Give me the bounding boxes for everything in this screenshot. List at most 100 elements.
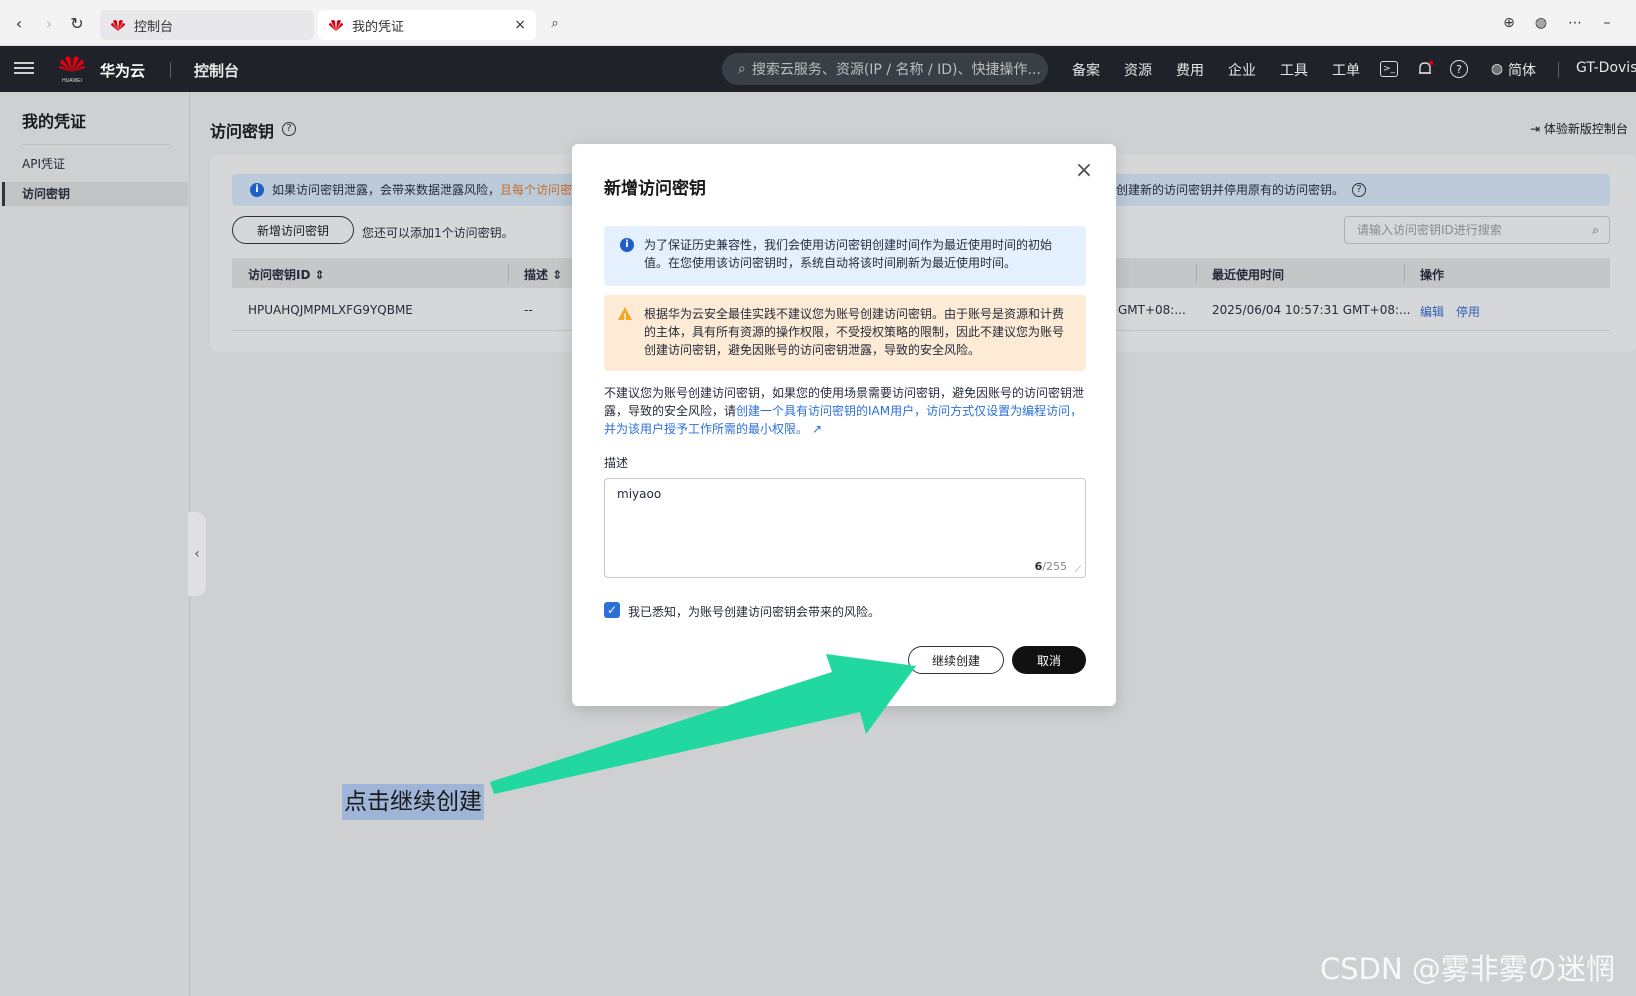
alert-text: 如果访问密钥泄露，会带来数据泄露风险， <box>272 183 501 197</box>
sidebar: 我的凭证 API凭证 访问密钥 <box>2 92 190 996</box>
column-header-id[interactable]: 访问密钥ID ⇕ <box>248 266 325 283</box>
edit-link[interactable]: 编辑 <box>1420 303 1444 320</box>
tab-console[interactable]: 控制台 <box>100 10 314 40</box>
console-link[interactable]: 控制台 <box>194 60 239 81</box>
annotation-arrow <box>490 654 916 794</box>
column-header-desc[interactable]: 描述 ⇕ <box>524 266 562 283</box>
cancel-button[interactable]: 取消 <box>1012 646 1086 674</box>
nav-enterprise[interactable]: 企业 <box>1228 60 1256 80</box>
acknowledge-label[interactable]: 我已悉知，为账号创建访问密钥会带来的风险。 <box>628 603 880 620</box>
column-header-last-used: 最近使用时间 <box>1212 268 1285 282</box>
nav-tools[interactable]: 工具 <box>1280 60 1308 80</box>
chevron-left-icon: ‹ <box>194 546 200 562</box>
sort-icon[interactable]: ⇕ <box>315 268 325 282</box>
disable-link[interactable]: 停用 <box>1456 303 1480 320</box>
download-icon[interactable]: ⊕ <box>1498 12 1520 34</box>
nav-resources[interactable]: 资源 <box>1124 60 1152 80</box>
column-divider <box>1196 264 1197 282</box>
column-divider <box>1404 264 1405 282</box>
tab-label: 控制台 <box>134 19 174 35</box>
arrow-shape <box>490 654 916 794</box>
column-label: 描述 <box>524 268 549 282</box>
alert-text-right: 创建新的访问密钥并停用原有的访问密钥。 <box>1116 174 1344 206</box>
close-tab-icon[interactable]: × <box>514 17 526 33</box>
column-header-actions: 操作 <box>1420 268 1445 282</box>
annotation-label: 点击继续创建 <box>342 784 484 820</box>
header-divider <box>170 62 171 78</box>
cell-last-used: 2025/06/04 10:57:31 GMT+08:... <box>1212 303 1411 317</box>
cell-created-time: GMT+08:... <box>1118 303 1186 317</box>
minimize-icon[interactable]: – <box>1596 12 1618 34</box>
globe-icon[interactable]: ◍ <box>1530 12 1552 34</box>
dialog-title: 新增访问密钥 <box>604 179 706 199</box>
browser-search-icon[interactable]: ⌕ <box>544 12 566 34</box>
exit-icon: ⇥ <box>1530 122 1544 136</box>
access-key-search-input[interactable]: 请输入访问密钥ID进行搜索 ⌕ <box>1344 216 1610 244</box>
browser-toolbar: ‹ › ↻ 控制台 我的凭证 × ⌕ ⊕ ◍ ⋯ – <box>0 0 1636 46</box>
global-search-input[interactable]: ⌕ 搜索云服务、资源(IP / 名称 / ID)、快捷操作... <box>722 53 1048 85</box>
cloud-shell-icon[interactable]: >_ <box>1380 61 1398 77</box>
char-counter: 6/255 <box>1035 560 1067 573</box>
sidebar-divider <box>22 144 170 145</box>
char-count-max: /255 <box>1042 560 1067 573</box>
column-divider <box>508 264 509 282</box>
alert-right-text: 创建新的访问密钥并停用原有的访问密钥。 <box>1116 183 1345 197</box>
create-access-key-dialog: 新增访问密钥 × i 为了保证历史兼容性，我们会使用访问密钥创建时间作为最近使用… <box>572 144 1116 706</box>
back-icon[interactable]: ‹ <box>8 12 30 34</box>
resize-handle-icon[interactable]: ⟋ <box>1075 565 1081 575</box>
acknowledge-checkbox[interactable]: ✓ <box>604 602 620 618</box>
forward-icon[interactable]: › <box>38 12 60 34</box>
page-title: 访问密钥 <box>210 122 275 141</box>
warning-notice: 根据华为云安全最佳实践不建议您为账号创建访问密钥。由于账号是资源和计费的主体，具… <box>604 295 1086 371</box>
huawei-logo-icon <box>329 20 343 31</box>
nav-tickets[interactable]: 工单 <box>1332 60 1360 80</box>
info-icon: i <box>620 238 634 252</box>
user-account[interactable]: GT-Dovis <box>1576 60 1636 76</box>
brand-name[interactable]: 华为云 <box>100 60 145 81</box>
tab-credentials[interactable]: 我的凭证 × <box>318 10 536 40</box>
column-label: 访问密钥ID <box>248 268 311 282</box>
new-console-link[interactable]: ⇥ 体验新版控制台 <box>1530 120 1628 137</box>
sidebar-item-api-credentials[interactable]: API凭证 <box>2 152 188 176</box>
reload-icon[interactable]: ↻ <box>66 12 88 34</box>
info-notice: i 为了保证历史兼容性，我们会使用访问密钥创建时间作为最近使用时间的初始值。在您… <box>604 226 1086 286</box>
collapse-sidebar-handle[interactable]: ‹ <box>188 512 206 596</box>
help-icon[interactable]: ? <box>282 122 296 136</box>
close-icon[interactable]: × <box>1072 160 1096 184</box>
help-icon[interactable]: ? <box>1450 60 1468 78</box>
alert-highlight: 且每个访问密 <box>500 183 573 197</box>
description-label: 描述 <box>604 456 629 470</box>
more-icon[interactable]: ⋯ <box>1564 12 1586 34</box>
console-header: HUAWEI 华为云 控制台 ⌕ 搜索云服务、资源(IP / 名称 / ID)、… <box>0 46 1636 92</box>
recommendation-text: 不建议您为账号创建访问密钥，如果您的使用场景需要访问密钥，避免因账号的访问密钥泄… <box>604 384 1086 438</box>
quota-text: 您还可以添加1个访问密钥。 <box>362 226 514 240</box>
search-placeholder: 请输入访问密钥ID进行搜索 <box>1357 223 1502 237</box>
description-value: miyaoo <box>617 487 662 501</box>
add-access-key-button[interactable]: 新增访问密钥 <box>232 216 354 244</box>
menu-icon[interactable] <box>14 59 34 79</box>
huawei-logo[interactable]: HUAWEI <box>58 54 86 84</box>
header-divider <box>1558 62 1559 78</box>
search-icon: ⌕ <box>738 61 746 77</box>
language-selector[interactable]: 简体 <box>1508 60 1536 80</box>
help-icon[interactable]: ? <box>1352 183 1366 197</box>
language-globe-icon[interactable]: ◍ <box>1486 58 1508 80</box>
search-placeholder: 搜索云服务、资源(IP / 名称 / ID)、快捷操作... <box>751 62 1041 78</box>
nav-billing[interactable]: 费用 <box>1176 60 1204 80</box>
huawei-logo-icon <box>111 20 125 31</box>
search-icon[interactable]: ⌕ <box>1592 217 1599 243</box>
sort-icon[interactable]: ⇕ <box>552 268 562 282</box>
sidebar-item-access-keys[interactable]: 访问密钥 <box>2 182 188 206</box>
info-icon: i <box>250 183 264 197</box>
cell-access-key-id: HPUAHQJMPMLXFG9YQBME <box>248 303 413 317</box>
nav-filing[interactable]: 备案 <box>1072 60 1100 80</box>
warning-icon <box>618 307 632 327</box>
logo-text: HUAWEI <box>62 78 82 84</box>
bell-icon[interactable] <box>1414 58 1436 80</box>
warning-notice-text: 根据华为云安全最佳实践不建议您为账号创建访问密钥。由于账号是资源和计费的主体，具… <box>644 307 1065 357</box>
watermark: CSDN @雾非雾の迷惘 <box>1320 952 1615 986</box>
tab-label: 我的凭证 <box>352 19 405 35</box>
description-textarea[interactable]: miyaoo 6/255 ⟋ <box>604 478 1086 578</box>
new-console-label: 体验新版控制台 <box>1543 122 1628 136</box>
external-link-icon[interactable]: ↗ <box>812 420 822 438</box>
